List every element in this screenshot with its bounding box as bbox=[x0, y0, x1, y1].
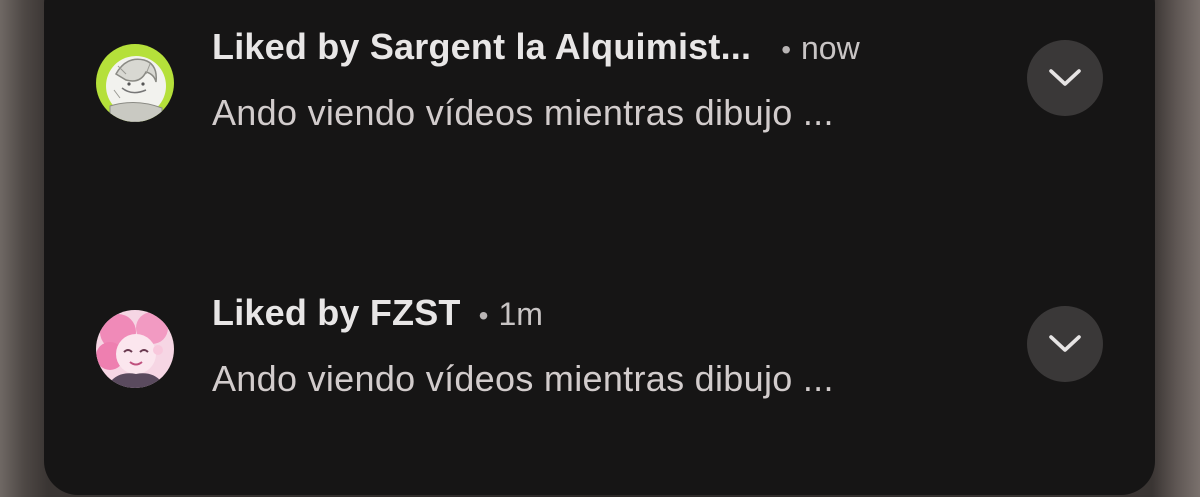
notification-title: Liked by FZST bbox=[212, 292, 461, 333]
expand-button[interactable] bbox=[1027, 40, 1103, 116]
avatar[interactable] bbox=[96, 310, 174, 388]
notification-item[interactable]: Liked by Sargent la Alquimist... • now A… bbox=[44, 26, 1155, 174]
notification-time: 1m bbox=[498, 296, 543, 332]
notification-body: Ando viendo vídeos mientras dibujo ... bbox=[212, 358, 834, 399]
notification-panel: Liked by Sargent la Alquimist... • now A… bbox=[44, 0, 1155, 495]
separator-dot: • bbox=[781, 34, 791, 65]
chevron-down-icon bbox=[1049, 335, 1081, 352]
sketch-avatar-icon bbox=[96, 44, 174, 122]
notification-title: Liked by Sargent la Alquimist... bbox=[212, 26, 752, 67]
notification-body: Ando viendo vídeos mientras dibujo ... bbox=[212, 92, 834, 133]
expand-button[interactable] bbox=[1027, 306, 1103, 382]
chevron-down-icon bbox=[1049, 69, 1081, 86]
notification-header: Liked by FZST • 1m bbox=[212, 292, 543, 334]
notification-time: now bbox=[801, 30, 860, 66]
pink-character-avatar-icon bbox=[96, 310, 174, 388]
avatar[interactable] bbox=[96, 44, 174, 122]
notification-item[interactable]: Liked by FZST • 1m Ando viendo vídeos mi… bbox=[44, 292, 1155, 440]
notification-header: Liked by Sargent la Alquimist... • now bbox=[212, 26, 860, 68]
separator-dot: • bbox=[478, 300, 489, 331]
